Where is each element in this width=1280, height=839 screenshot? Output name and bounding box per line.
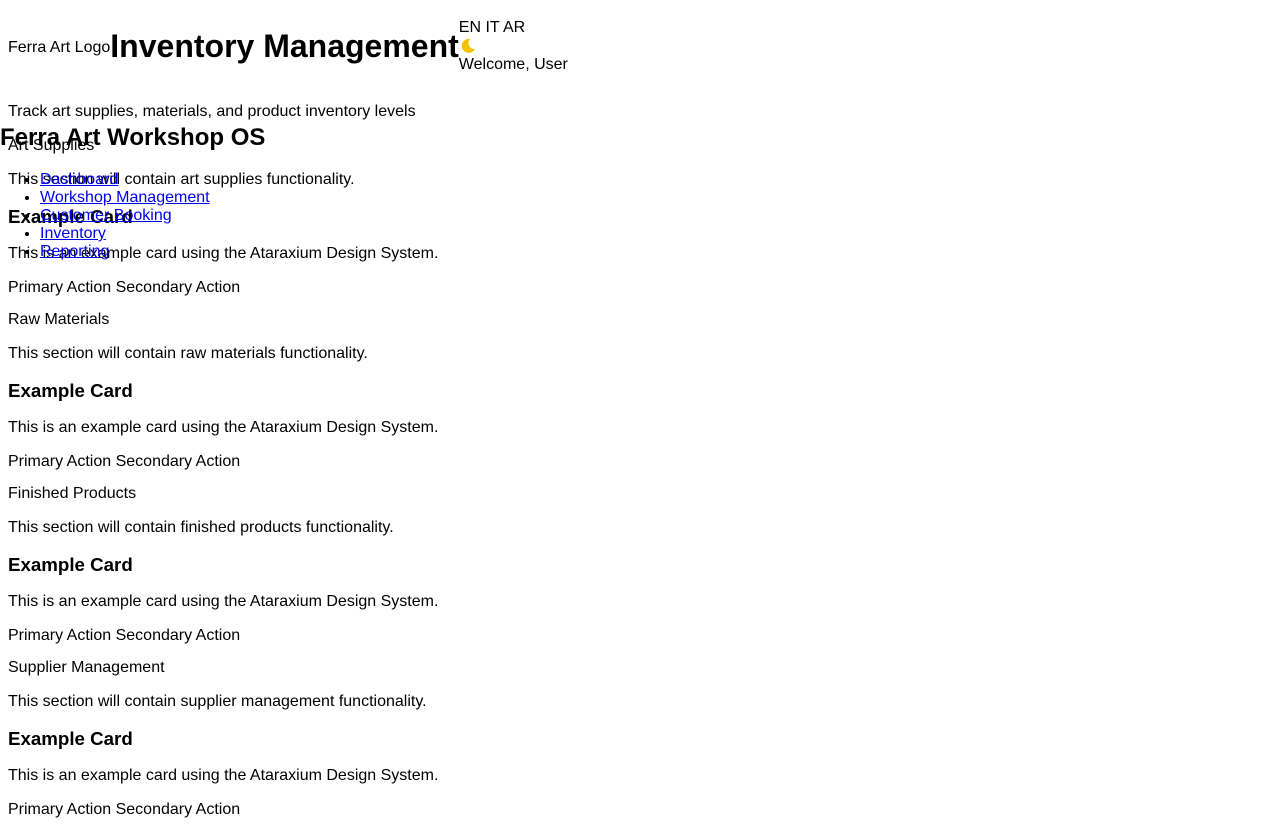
page-title: Inventory Management xyxy=(110,28,459,64)
example-card: Example Card This is an example card usi… xyxy=(8,380,1008,471)
secondary-action-button[interactable]: Secondary Action xyxy=(116,453,241,470)
example-card: Example Card This is an example card usi… xyxy=(8,728,1008,819)
nav-item-reporting: Reporting xyxy=(40,243,210,261)
nav-link-dashboard[interactable]: Dashboard xyxy=(40,171,118,188)
header-controls: EN IT AR Welcome, User xyxy=(459,19,568,74)
secondary-action-button[interactable]: Secondary Action xyxy=(116,801,241,818)
section-title: Supplier Management xyxy=(8,659,165,676)
nav-link-workshop-management[interactable]: Workshop Management xyxy=(40,189,210,206)
section-description: This section will contain raw materials … xyxy=(8,345,368,362)
card-title: Example Card xyxy=(8,554,133,575)
primary-action-button[interactable]: Primary Action xyxy=(8,279,111,296)
card-text: This is an example card using the Atarax… xyxy=(8,767,439,784)
example-card: Example Card This is an example card usi… xyxy=(8,554,1008,645)
secondary-action-button[interactable]: Secondary Action xyxy=(116,627,241,644)
nav-item-customer-booking: Customer Booking xyxy=(40,207,210,225)
nav-link-inventory[interactable]: Inventory xyxy=(40,225,106,242)
language-switcher: EN IT AR xyxy=(459,19,568,37)
section-title: Raw Materials xyxy=(8,311,110,328)
page: Ferra Art Logo Inventory Management EN I… xyxy=(0,0,1280,839)
section-title: Finished Products xyxy=(8,485,137,502)
card-text: This is an example card using the Atarax… xyxy=(8,593,439,610)
section-description: This section will contain supplier manag… xyxy=(8,693,427,710)
nav-item-inventory: Inventory xyxy=(40,225,210,243)
card-actions: Primary Action Secondary Action xyxy=(8,453,1008,471)
card-title: Example Card xyxy=(8,380,133,401)
card-actions: Primary Action Secondary Action xyxy=(8,279,1008,297)
secondary-action-button[interactable]: Secondary Action xyxy=(116,279,241,296)
card-actions: Primary Action Secondary Action xyxy=(8,627,1008,645)
moon-icon-graphic xyxy=(461,38,475,53)
language-ar-button[interactable]: AR xyxy=(503,19,525,36)
page-subtitle: Track art supplies, materials, and produ… xyxy=(8,103,416,120)
primary-action-button[interactable]: Primary Action xyxy=(8,627,111,644)
section-description: This section will contain finished produ… xyxy=(8,519,394,536)
nav-link-reporting[interactable]: Reporting xyxy=(40,243,109,260)
primary-action-button[interactable]: Primary Action xyxy=(8,453,111,470)
nav-item-workshop-management: Workshop Management xyxy=(40,189,210,207)
section-supplier-management: Supplier Management This section will co… xyxy=(8,659,1008,819)
card-actions: Primary Action Secondary Action xyxy=(8,801,1008,819)
moon-icon[interactable] xyxy=(459,37,568,56)
nav-item-dashboard: Dashboard xyxy=(40,171,210,189)
main-nav: Dashboard Workshop Management Customer B… xyxy=(0,171,210,261)
section-finished-products: Finished Products This section will cont… xyxy=(8,485,1008,645)
logo-image: Ferra Art Logo xyxy=(8,39,111,56)
nav-brand: Ferra Art Workshop OS xyxy=(0,124,266,151)
language-en-button[interactable]: EN xyxy=(459,19,481,36)
card-text: This is an example card using the Atarax… xyxy=(8,419,439,436)
card-title: Example Card xyxy=(8,728,133,749)
header: Ferra Art Logo Inventory Management EN I… xyxy=(8,18,568,74)
primary-action-button[interactable]: Primary Action xyxy=(8,801,111,818)
section-raw-materials: Raw Materials This section will contain … xyxy=(8,311,1008,471)
language-it-button[interactable]: IT xyxy=(485,19,499,36)
nav-link-customer-booking[interactable]: Customer Booking xyxy=(40,207,172,224)
welcome-text: Welcome, User xyxy=(458,56,568,73)
